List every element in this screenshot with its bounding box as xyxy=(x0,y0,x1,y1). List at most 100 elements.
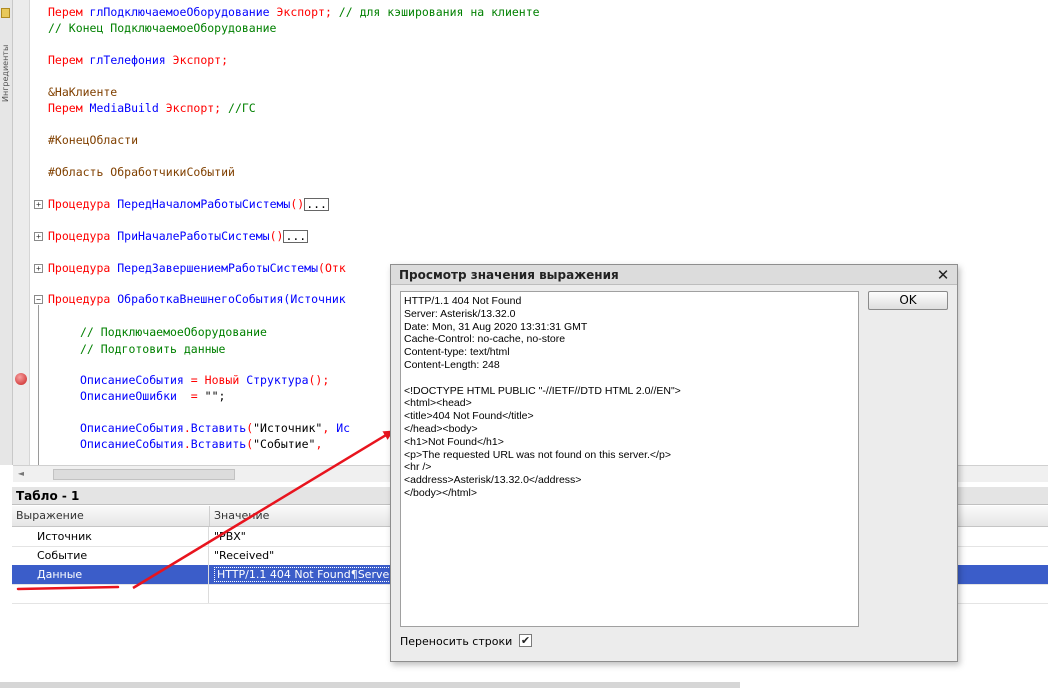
text-line: <hr /> xyxy=(404,461,432,474)
code-line: // Конец ПодключаемоеОборудование xyxy=(48,21,276,35)
text-line: <address>Asterisk/13.32.0</address> xyxy=(404,474,582,487)
code-token: Экспорт; xyxy=(172,53,229,67)
code-token: //ГС xyxy=(228,101,256,115)
code-token: ОписаниеСобытия xyxy=(80,421,184,435)
text-line: </head><body> xyxy=(404,422,478,435)
text-line: <title>404 Not Found</title> xyxy=(404,410,534,423)
code-token: Новый xyxy=(204,373,247,387)
collapsed-block-marker[interactable]: ... xyxy=(304,198,329,211)
code-line: ОписаниеСобытия.Вставить("Событие", xyxy=(80,437,329,451)
text-line xyxy=(404,372,855,385)
code-line: Процедура ОбработкаВнешнегоСобытия(Источ… xyxy=(48,292,346,306)
code-token: (); xyxy=(308,373,330,387)
fold-guide-line xyxy=(38,305,39,465)
expand-icon[interactable]: + xyxy=(34,264,43,273)
code-token: Процедура xyxy=(48,292,118,306)
code-token: // Подготовить данные xyxy=(80,342,226,356)
text-line: Content-Length: 248 xyxy=(404,358,500,371)
code-token: #КонецОбласти xyxy=(48,133,139,147)
code-token: (Отк xyxy=(318,261,346,275)
collapse-icon[interactable]: − xyxy=(34,295,43,304)
code-token: = xyxy=(190,373,205,387)
code-token: // для кэширования на клиенте xyxy=(338,5,540,19)
code-token: глПодключаемоеОборудование xyxy=(89,5,277,19)
code-token: Процедура xyxy=(48,261,118,275)
text-line: Cache-Control: no-cache, no-store xyxy=(404,333,566,346)
code-token: Экспорт; xyxy=(165,101,229,115)
text-line: <p>The requested URL was not found on th… xyxy=(404,448,671,461)
code-token: MediaBuild xyxy=(89,101,166,115)
code-token: Процедура xyxy=(48,197,118,211)
editor-gutter[interactable] xyxy=(13,0,30,465)
text-line: Server: Asterisk/13.32.0 xyxy=(404,307,516,320)
code-line: Процедура ПередЗавершениемРаботыСистемы(… xyxy=(48,261,346,275)
code-token: Структура xyxy=(246,373,309,387)
code-token: ПередЗавершениемРаботыСистемы xyxy=(117,261,319,275)
text-line: HTTP/1.1 404 Not Found xyxy=(404,295,522,307)
code-line: Перем глПодключаемоеОборудование Экспорт… xyxy=(48,5,540,19)
bottom-scrollbar[interactable] xyxy=(0,682,740,688)
expand-icon[interactable]: + xyxy=(34,200,43,209)
code-line: // Подготовить данные xyxy=(80,342,225,356)
dialog-title[interactable]: Просмотр значения выражения xyxy=(391,265,957,285)
expression-cell-empty[interactable] xyxy=(12,584,209,603)
code-token: Перем xyxy=(48,5,90,19)
code-token: // Конец ПодключаемоеОборудование xyxy=(48,21,277,35)
code-line: Перем MediaBuild Экспорт; //ГС xyxy=(48,101,256,115)
code-token: ОбработкаВнешнегоСобытия xyxy=(117,292,284,306)
text-line: <h1>Not Found</h1> xyxy=(404,435,504,448)
code-token: . xyxy=(183,421,191,435)
code-token: Ис xyxy=(336,421,351,435)
scrollbar-thumb[interactable] xyxy=(53,469,235,480)
scroll-left-icon[interactable]: ◄ xyxy=(16,469,26,479)
expression-cell: Источник xyxy=(12,527,209,546)
code-token: &НаКлиенте xyxy=(48,85,118,99)
code-line: ОписаниеОшибки = ""; xyxy=(80,389,225,403)
close-icon[interactable]: ✕ xyxy=(935,266,951,284)
code-token: ОписаниеСобытия xyxy=(80,437,184,451)
left-toolbar-strip: Ингредиенты xyxy=(0,0,13,465)
code-line: #Область ОбработчикиСобытий xyxy=(48,165,235,179)
code-token: ОписаниеОшибки xyxy=(80,389,191,403)
ok-button[interactable]: OK xyxy=(868,291,948,310)
code-line: // ПодключаемоеОборудование xyxy=(80,325,267,339)
code-token: "Событие" xyxy=(253,437,316,451)
code-line: Процедура ПриНачалеРаботыСистемы()... xyxy=(48,229,309,243)
value-text-area[interactable]: HTTP/1.1 404 Not Found Server: Asterisk/… xyxy=(400,291,859,627)
text-line: </body></html> xyxy=(404,486,477,499)
code-token: = xyxy=(190,389,205,403)
text-line: <html><head> xyxy=(404,397,472,410)
collapsed-block-marker[interactable]: ... xyxy=(283,230,309,243)
code-token: . xyxy=(183,437,191,451)
code-line: &НаКлиенте xyxy=(48,85,117,99)
value-edit[interactable]: HTTP/1.1 404 Not Found¶Server: As xyxy=(214,567,418,582)
code-token: #Область ОбработчикиСобытий xyxy=(48,165,235,179)
code-token: ПередНачаломРаботыСистемы xyxy=(117,197,291,211)
code-line: ОписаниеСобытия = Новый Структура(); xyxy=(80,373,329,387)
code-token: Процедура xyxy=(48,229,118,243)
expand-icon[interactable]: + xyxy=(34,232,43,241)
code-token: глТелефония xyxy=(89,53,173,67)
code-token: "Источник" xyxy=(253,421,323,435)
text-line: Content-type: text/html xyxy=(404,346,510,359)
code-token: , xyxy=(322,421,337,435)
code-token: Вставить xyxy=(190,437,247,451)
code-line: Перем глТелефония Экспорт; xyxy=(48,53,228,67)
code-token: Вставить xyxy=(190,421,247,435)
code-token: ПриНачалеРаботыСистемы xyxy=(117,229,270,243)
code-token: Перем xyxy=(48,101,90,115)
code-token: // ПодключаемоеОборудование xyxy=(80,325,267,339)
column-header-expression[interactable]: Выражение xyxy=(12,506,210,526)
code-token: () xyxy=(269,229,284,243)
lock-icon[interactable] xyxy=(1,8,10,18)
side-panel-label[interactable]: Ингредиенты xyxy=(1,22,11,102)
code-token: Экспорт; xyxy=(276,5,339,19)
text-line: <!DOCTYPE HTML PUBLIC "-//IETF//DTD HTML… xyxy=(404,384,681,397)
breakpoint-icon[interactable] xyxy=(15,373,27,385)
code-token: Перем xyxy=(48,53,90,67)
code-line: Процедура ПередНачаломРаботыСистемы()... xyxy=(48,197,329,211)
code-token: , xyxy=(315,437,330,451)
wrap-lines-checkbox[interactable]: ✔ xyxy=(519,634,532,647)
code-line: ОписаниеСобытия.Вставить("Источник", Ис xyxy=(80,421,350,435)
code-line: #КонецОбласти xyxy=(48,133,138,147)
